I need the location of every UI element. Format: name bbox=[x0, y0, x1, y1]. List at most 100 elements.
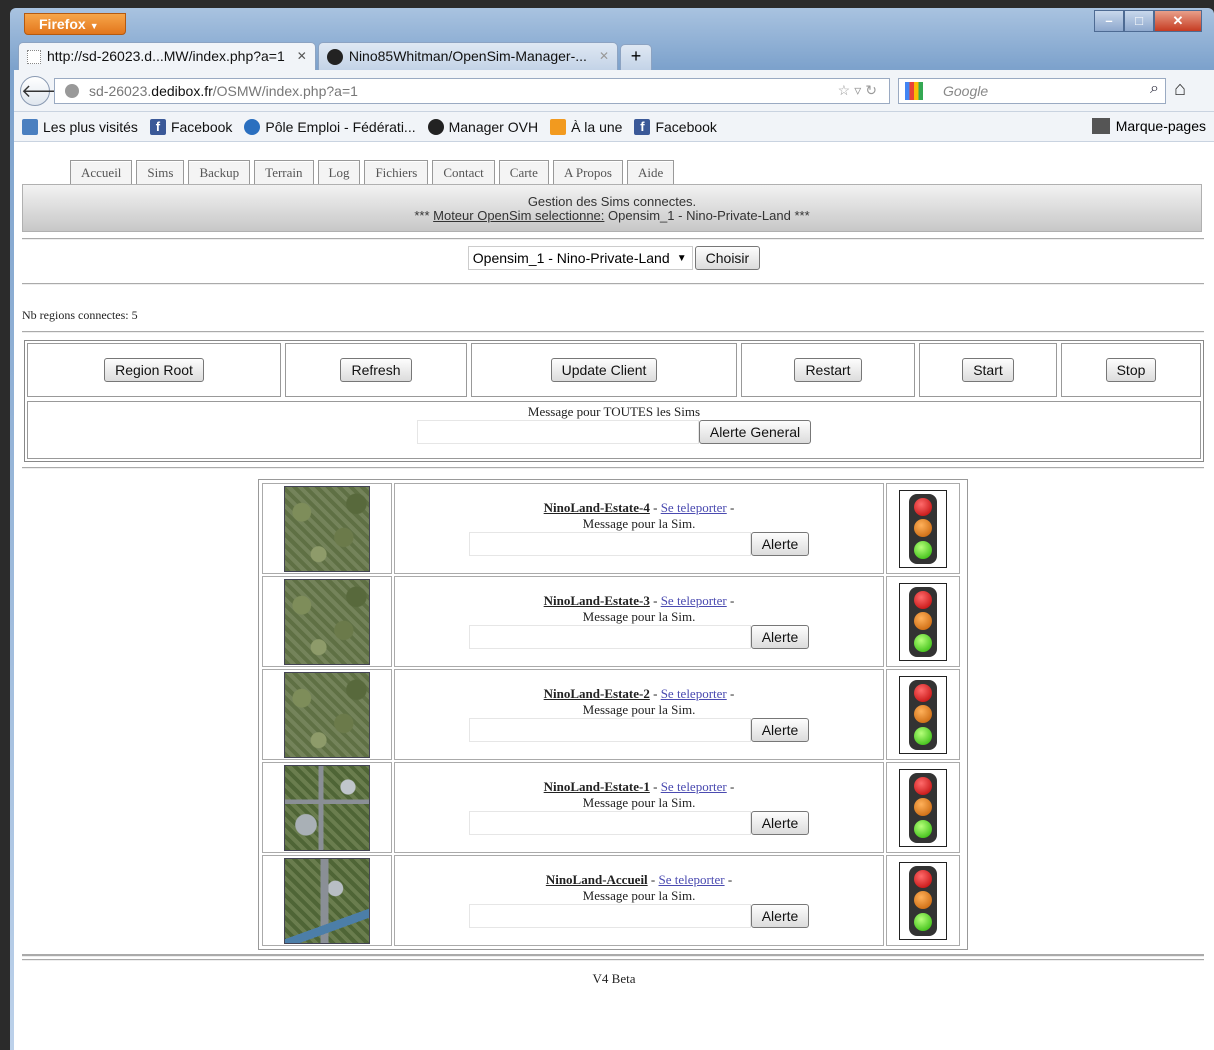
site-identity-icon[interactable] bbox=[65, 84, 79, 98]
bookmark-ovh[interactable]: Manager OVH bbox=[427, 118, 538, 135]
page-header: Gestion des Sims connectes. *** Moteur O… bbox=[22, 184, 1202, 232]
maximize-icon[interactable]: □ bbox=[1124, 10, 1154, 32]
refresh-button[interactable]: Refresh bbox=[340, 358, 412, 382]
minimize-icon[interactable]: – bbox=[1094, 10, 1124, 32]
sim-name-link[interactable]: NinoLand-Estate-4 bbox=[544, 500, 650, 515]
pole-emploi-icon bbox=[244, 118, 261, 135]
url-domain: dedibox.fr bbox=[151, 83, 213, 99]
menu-tab-accueil[interactable]: Accueil bbox=[70, 160, 133, 184]
bookmark-a-la-une[interactable]: À la une bbox=[550, 118, 622, 135]
choisir-button[interactable]: Choisir bbox=[694, 246, 761, 270]
sim-message-input[interactable] bbox=[468, 811, 751, 835]
teleport-link[interactable]: Se teleporter bbox=[661, 593, 727, 608]
search-icon[interactable]: ⌕ bbox=[1150, 80, 1159, 98]
back-arrow-icon[interactable]: 🡐 bbox=[20, 76, 69, 106]
traffic-light-icon[interactable] bbox=[899, 489, 947, 568]
menu-tab-backup[interactable]: Backup bbox=[188, 160, 251, 184]
table-row: NinoLand-Accueil - Se teleporter - Messa… bbox=[261, 854, 965, 947]
reload-icon[interactable]: ↻ bbox=[865, 82, 881, 98]
sim-map-thumbnail bbox=[284, 671, 370, 758]
google-icon[interactable] bbox=[905, 82, 923, 100]
menu-tab-sims[interactable]: Sims bbox=[136, 160, 185, 184]
tab-label: Nino85Whitman/OpenSim-Manager-... bbox=[348, 48, 587, 64]
sim-name-link[interactable]: NinoLand-Estate-2 bbox=[544, 686, 650, 701]
teleport-link[interactable]: Se teleporter bbox=[661, 500, 727, 515]
tab-close-icon[interactable]: ✕ bbox=[599, 49, 609, 70]
alerte-general-button[interactable]: Alerte General bbox=[698, 420, 812, 444]
sim-message-row: Alerte bbox=[395, 718, 883, 742]
sim-status-cell bbox=[886, 855, 960, 946]
menu-tab-terrain[interactable]: Terrain bbox=[254, 160, 314, 184]
sim-info-cell: NinoLand-Estate-3 - Se teleporter - Mess… bbox=[394, 576, 884, 667]
action-cell: Stop bbox=[1061, 343, 1201, 397]
tab-osmw[interactable]: http://sd-26023.d...MW/index.php?a=1 ✕ bbox=[18, 42, 316, 70]
menu-tab-aide[interactable]: Aide bbox=[626, 160, 675, 184]
stop-button[interactable]: Stop bbox=[1105, 358, 1157, 382]
tab-github[interactable]: Nino85Whitman/OpenSim-Manager-... ✕ bbox=[317, 42, 618, 70]
close-icon[interactable]: ✕ bbox=[1154, 10, 1202, 32]
sim-thumb-cell bbox=[262, 483, 392, 574]
traffic-light-icon[interactable] bbox=[899, 675, 947, 754]
traffic-light-icon[interactable] bbox=[899, 582, 947, 661]
bookmark-pole-emploi[interactable]: Pôle Emploi - Fédérati... bbox=[244, 118, 416, 135]
bookmark-label: Pôle Emploi - Fédérati... bbox=[265, 118, 416, 135]
traffic-light-icon[interactable] bbox=[899, 861, 947, 940]
teleport-link[interactable]: Se teleporter bbox=[661, 779, 727, 794]
sim-message-input[interactable] bbox=[468, 532, 751, 556]
sim-message-row: Alerte bbox=[395, 904, 883, 928]
menu-tab-a-propos[interactable]: A Propos bbox=[552, 160, 623, 184]
firefox-menu-button[interactable]: Firefox ▼ bbox=[24, 13, 126, 35]
star-icon[interactable]: ☆ bbox=[838, 82, 855, 98]
engine-selector: Opensim_1 - Nino-Private-Land ▼ Choisir bbox=[14, 246, 1214, 270]
sim-name-link[interactable]: NinoLand-Estate-1 bbox=[544, 779, 650, 794]
divider bbox=[22, 959, 1204, 961]
dropdown-icon[interactable]: ▿ bbox=[854, 82, 865, 98]
traffic-light-icon[interactable] bbox=[899, 768, 947, 847]
orange-lamp-icon bbox=[914, 798, 932, 817]
menu-tab-log[interactable]: Log bbox=[317, 160, 361, 184]
bookmarks-menu-button[interactable]: Marque-pages bbox=[1091, 118, 1206, 134]
teleport-link[interactable]: Se teleporter bbox=[661, 686, 727, 701]
restart-button[interactable]: Restart bbox=[794, 358, 862, 382]
traffic-light-body bbox=[909, 865, 937, 936]
orange-lamp-icon bbox=[914, 612, 932, 631]
bookmark-most-visited[interactable]: Les plus visités bbox=[22, 118, 138, 135]
menu-tab-carte[interactable]: Carte bbox=[498, 160, 549, 184]
menu-tab-contact[interactable]: Contact bbox=[432, 160, 495, 184]
table-row: NinoLand-Estate-2 - Se teleporter - Mess… bbox=[261, 668, 965, 761]
alerte-button[interactable]: Alerte bbox=[750, 718, 810, 742]
start-button[interactable]: Start bbox=[962, 358, 1014, 382]
sim-info-cell: NinoLand-Estate-1 - Se teleporter - Mess… bbox=[394, 762, 884, 853]
red-lamp-icon bbox=[914, 591, 932, 610]
alerte-button[interactable]: Alerte bbox=[750, 532, 810, 556]
orange-lamp-icon bbox=[914, 519, 932, 538]
sim-message-input[interactable] bbox=[468, 718, 751, 742]
menu-tab-fichiers[interactable]: Fichiers bbox=[364, 160, 429, 184]
region-root-button[interactable]: Region Root bbox=[104, 358, 204, 382]
facebook-icon: f bbox=[634, 118, 651, 135]
bookmark-facebook-2[interactable]: f Facebook bbox=[634, 118, 717, 135]
sim-name-link[interactable]: NinoLand-Estate-3 bbox=[544, 593, 650, 608]
update-client-button[interactable]: Update Client bbox=[550, 358, 658, 382]
url-bar[interactable]: sd-26023.dedibox.fr/OSMW/index.php?a=1 ☆… bbox=[54, 78, 890, 104]
sim-name-link[interactable]: NinoLand-Accueil bbox=[546, 872, 648, 887]
alerte-button[interactable]: Alerte bbox=[750, 625, 810, 649]
sim-status-cell bbox=[886, 576, 960, 667]
alerte-button[interactable]: Alerte bbox=[750, 811, 810, 835]
search-bar[interactable]: Google ⌕ bbox=[898, 78, 1166, 104]
new-tab-button[interactable]: + bbox=[620, 44, 652, 70]
home-icon[interactable]: ⌂ bbox=[1174, 78, 1186, 101]
alerte-button[interactable]: Alerte bbox=[750, 904, 810, 928]
engine-label: Moteur OpenSim selectionne: bbox=[433, 208, 605, 223]
tab-close-icon[interactable]: ✕ bbox=[297, 49, 307, 70]
bookmark-facebook[interactable]: f Facebook bbox=[149, 118, 232, 135]
engine-line: *** Moteur OpenSim selectionne: Opensim_… bbox=[23, 209, 1201, 223]
sim-message-row: Alerte bbox=[395, 625, 883, 649]
sim-message-label: Message pour la Sim. bbox=[582, 516, 696, 531]
engine-select[interactable]: Opensim_1 - Nino-Private-Land ▼ bbox=[467, 246, 693, 270]
sim-message-input[interactable] bbox=[468, 904, 751, 928]
teleport-link[interactable]: Se teleporter bbox=[659, 872, 725, 887]
sim-message-input[interactable] bbox=[468, 625, 751, 649]
global-message-input[interactable] bbox=[416, 420, 699, 444]
sim-map-thumbnail bbox=[284, 578, 370, 665]
